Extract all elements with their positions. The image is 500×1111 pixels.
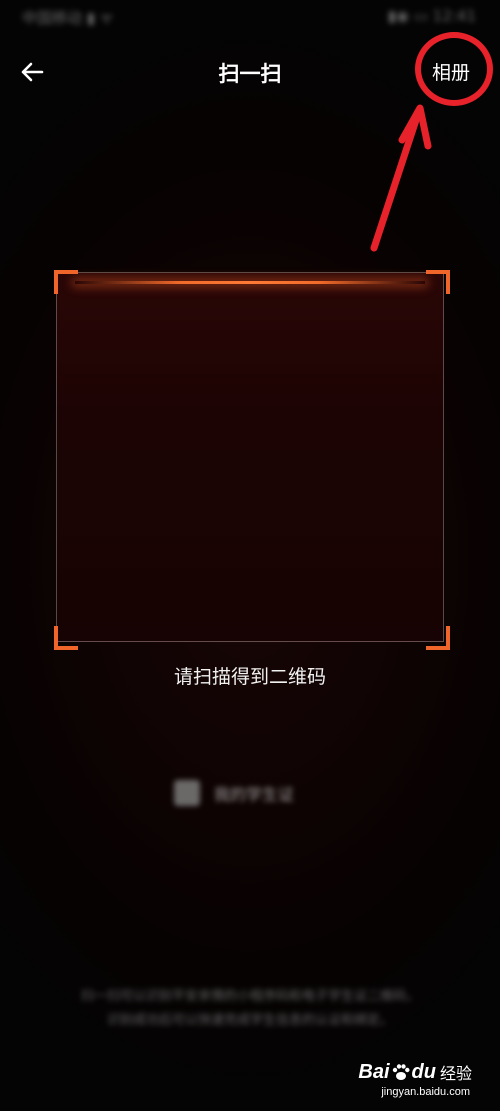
viewfinder-corner-top-right <box>426 270 450 294</box>
watermark-suffix: 经验 <box>439 1064 472 1083</box>
status-indicators: ▮◉ ▭ 12:41 <box>387 7 476 25</box>
my-student-card-button[interactable]: 我的学生证 <box>174 780 294 806</box>
scan-line <box>75 281 425 284</box>
watermark-du: du <box>411 1060 436 1083</box>
viewfinder-corner-bottom-left <box>54 626 78 650</box>
footer-note-line-2: 识别成功后可以快速完成学生信息的认证和绑定。 <box>106 1013 393 1028</box>
watermark-url: jingyan.baidu.com <box>381 1086 470 1098</box>
viewfinder-corner-bottom-right <box>426 626 450 650</box>
qr-code-icon <box>174 780 200 806</box>
footer-note: 扫一扫可以识别平安亲情的小程序码和电子学生证二维码， 识别成功后可以快速完成学生… <box>40 985 460 1033</box>
paw-icon <box>392 1064 410 1080</box>
footer-note-line-1: 扫一扫可以识别平安亲情的小程序码和电子学生证二维码， <box>80 989 419 1004</box>
viewfinder-corner-top-left <box>54 270 78 294</box>
status-bar: 中国移动 ▮ ᯤ ▮◉ ▭ 12:41 <box>0 0 500 36</box>
watermark-bai: Bai <box>358 1060 390 1083</box>
scan-hint-text: 请扫描得到二维码 <box>173 666 326 688</box>
annotation-circle <box>415 32 493 106</box>
scan-screen: 中国移动 ▮ ᯤ ▮◉ ▭ 12:41 扫一扫 相册 请扫描得到二维码 我的学生… <box>0 0 500 1111</box>
my-student-card-label: 我的学生证 <box>214 785 295 804</box>
scan-viewfinder <box>56 272 444 642</box>
status-carrier: 中国移动 ▮ ᯤ <box>22 9 114 27</box>
annotation-arrow <box>370 104 432 252</box>
baidu-jingyan-watermark: Bai du 经验 <box>358 1060 472 1084</box>
